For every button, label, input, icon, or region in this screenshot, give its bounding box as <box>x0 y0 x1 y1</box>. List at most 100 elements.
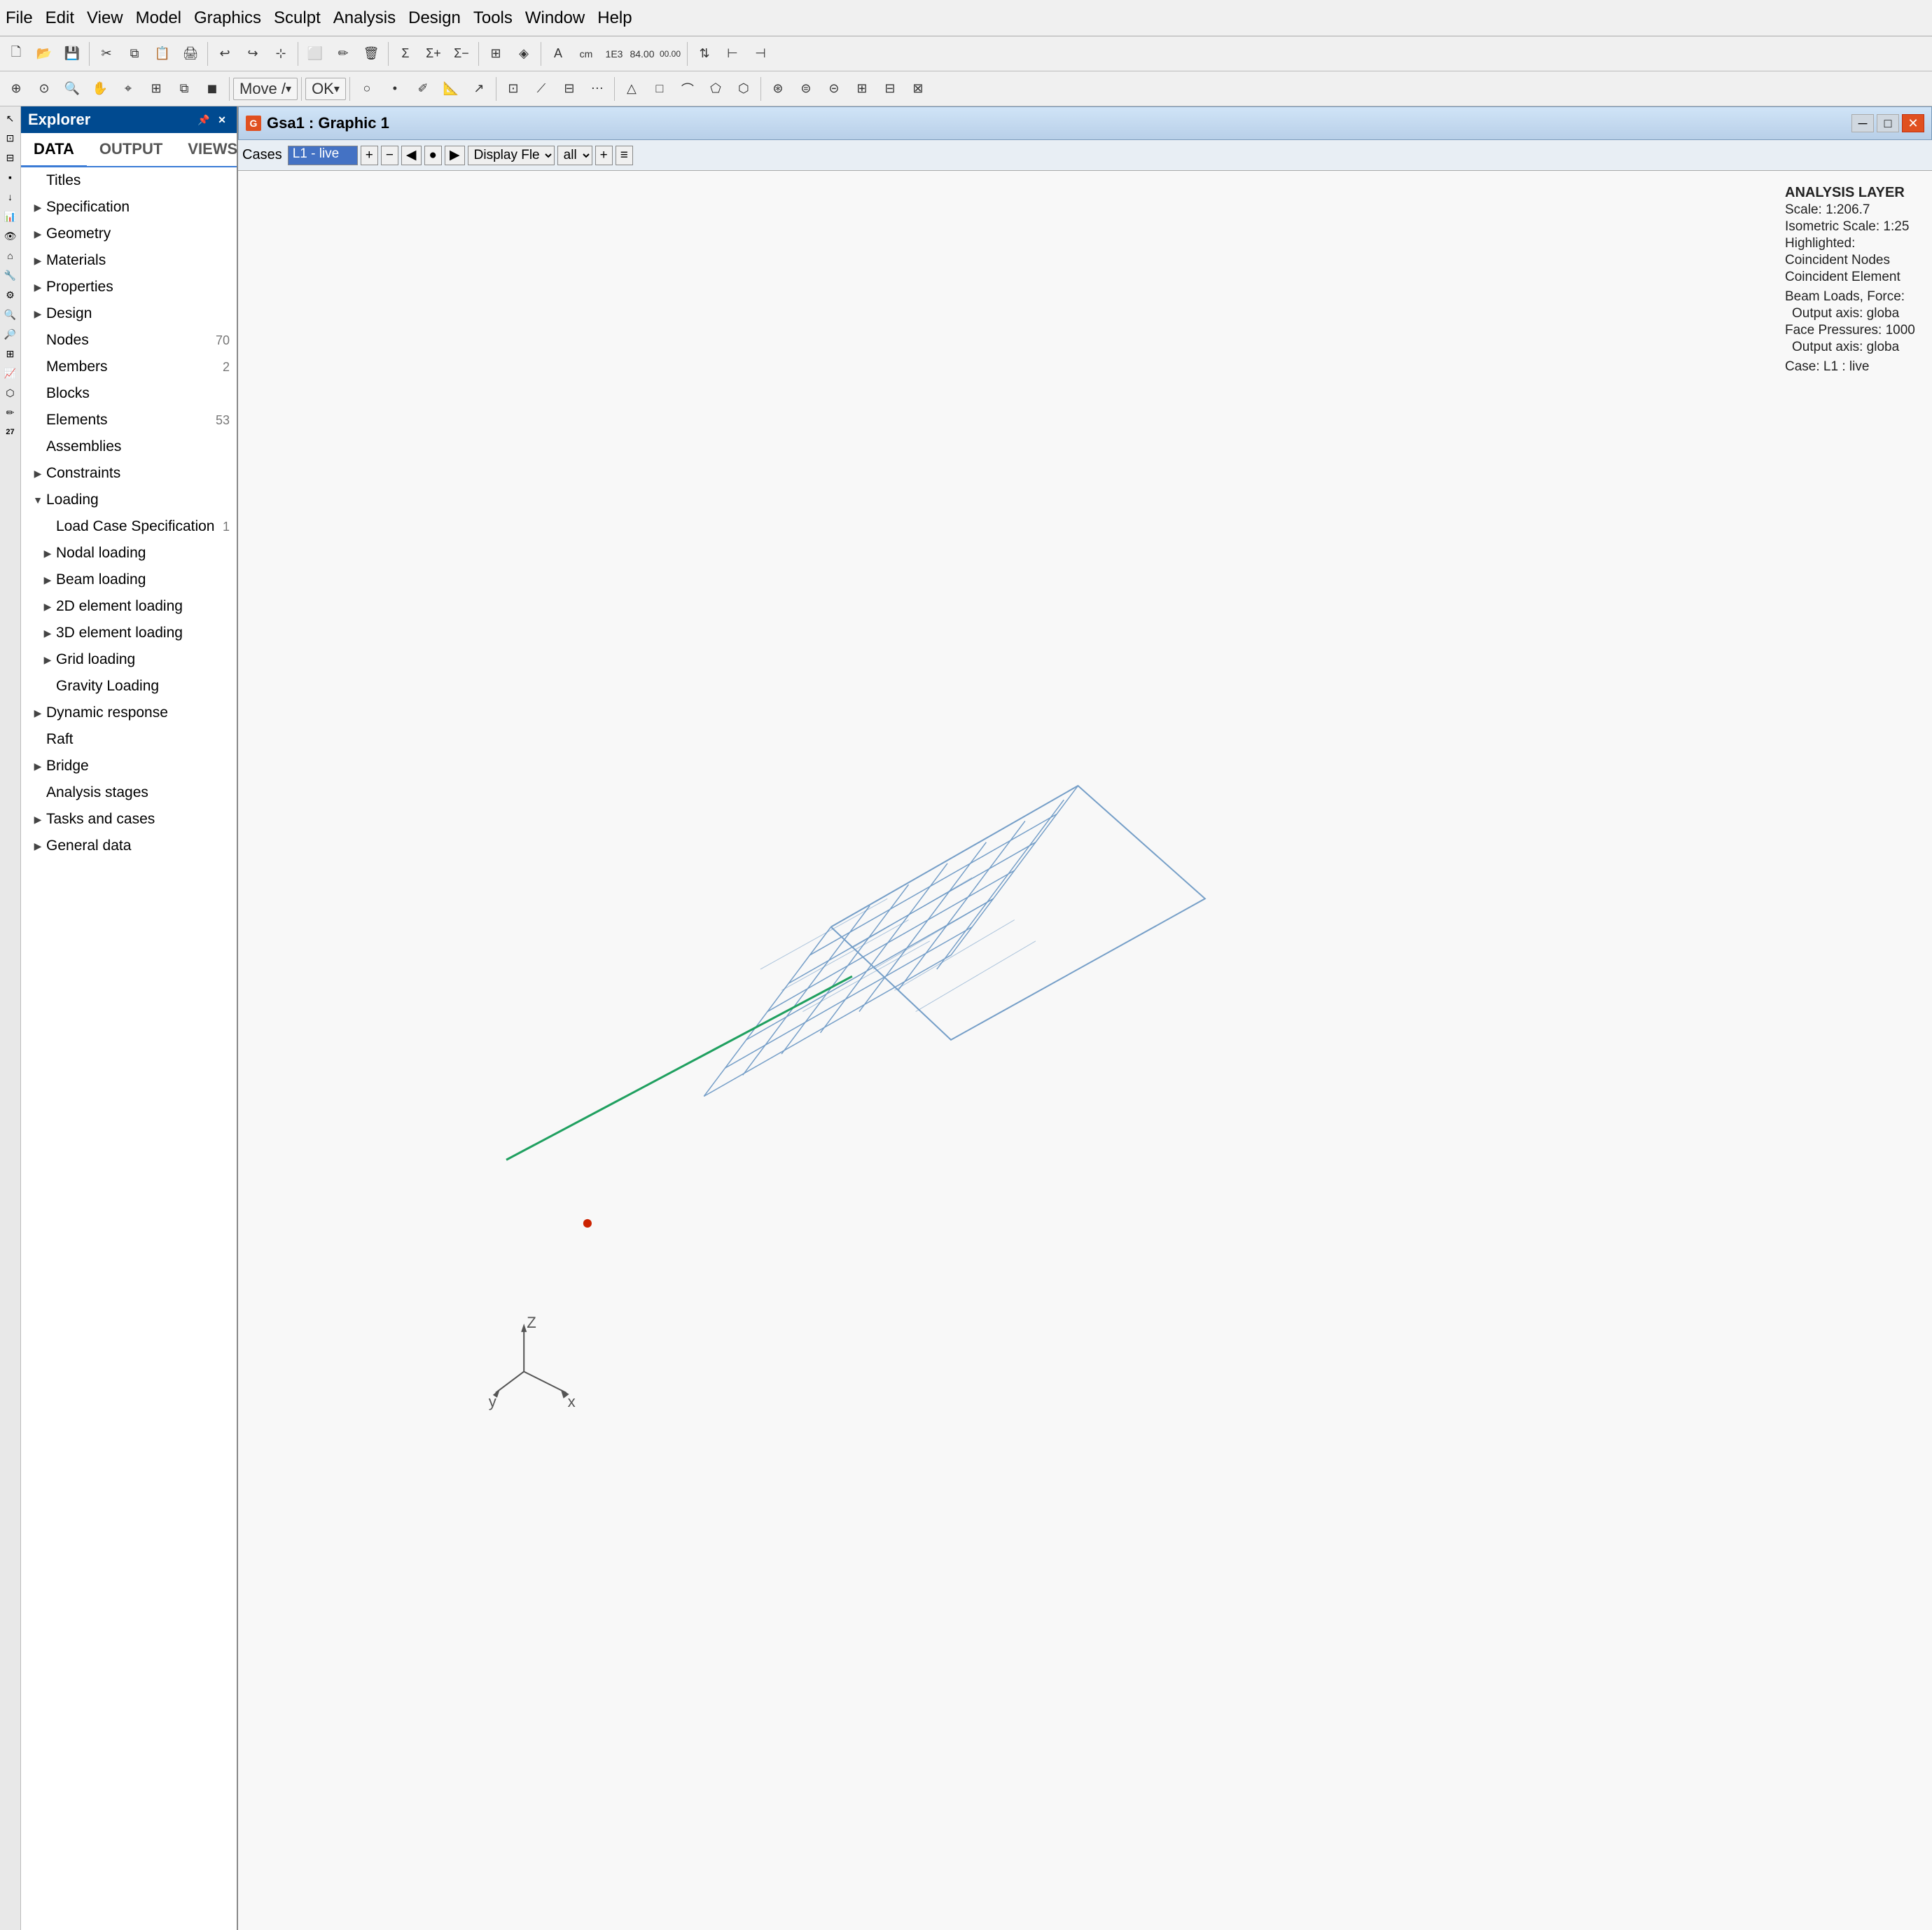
more1-button[interactable]: ⊣ <box>747 41 774 67</box>
tree-item-geometry[interactable]: ▶ Geometry <box>21 221 237 247</box>
toolbar-nav2[interactable]: ● <box>424 146 442 165</box>
render-button[interactable]: ◼ <box>199 76 225 102</box>
icon-cursor[interactable]: ↖ <box>1 109 20 127</box>
tree-item-load-case-spec[interactable]: Load Case Specification 1 <box>21 513 237 540</box>
icon-tools[interactable]: 🔧 <box>1 266 20 284</box>
text-button[interactable]: A <box>545 41 571 67</box>
snap2-button[interactable]: ⊙ <box>31 76 57 102</box>
cases-input[interactable]: L1 - live <box>288 146 358 165</box>
sum-button[interactable]: Σ <box>392 41 419 67</box>
icon-zoom[interactable]: 🔎 <box>1 325 20 343</box>
num3-button[interactable]: 00.00 <box>657 41 683 67</box>
sort-button[interactable]: ⇅ <box>691 41 718 67</box>
tree-item-general[interactable]: ▶ General data <box>21 833 237 859</box>
sum3-button[interactable]: Σ− <box>448 41 475 67</box>
tab-data[interactable]: DATA <box>21 133 87 167</box>
snap-button[interactable]: ⊹ <box>267 41 294 67</box>
ruler-button[interactable]: 📐 <box>438 76 464 102</box>
curve-button[interactable]: ⌒ <box>674 76 701 102</box>
mag-button[interactable]: 🔍 <box>59 76 85 102</box>
circle-button[interactable]: ○ <box>354 76 380 102</box>
icon-number[interactable]: 27 <box>1 423 20 441</box>
menu-analysis[interactable]: Analysis <box>333 8 396 28</box>
icon-node[interactable]: ⊡ <box>1 129 20 147</box>
display-select[interactable]: Display Fle <box>468 146 555 165</box>
tab-output[interactable]: OUTPUT <box>87 133 175 167</box>
cut-button[interactable]: ✂ <box>93 41 120 67</box>
layers-button[interactable]: ⊞ <box>482 41 509 67</box>
save-button[interactable]: 💾 <box>59 41 85 67</box>
icon-table[interactable]: ⊞ <box>1 345 20 363</box>
geo2-button[interactable]: ⊛ <box>765 76 791 102</box>
open-button[interactable]: 📂 <box>31 41 57 67</box>
tree-item-blocks[interactable]: Blocks <box>21 380 237 407</box>
beam-button[interactable]: ⊟ <box>556 76 583 102</box>
tree-item-design[interactable]: ▶ Design <box>21 300 237 327</box>
tree-item-properties[interactable]: ▶ Properties <box>21 274 237 300</box>
menu-help[interactable]: Help <box>597 8 632 28</box>
filter-button[interactable]: ⊢ <box>719 41 746 67</box>
menu-sculpt[interactable]: Sculpt <box>274 8 321 28</box>
paste-button[interactable]: 📋 <box>149 41 176 67</box>
pan-button[interactable]: ✋ <box>87 76 113 102</box>
tree-item-3d-loading[interactable]: ▶ 3D element loading <box>21 620 237 646</box>
icon-element[interactable]: ⊟ <box>1 148 20 167</box>
menu-window[interactable]: Window <box>525 8 585 28</box>
maximize-button[interactable]: □ <box>1877 114 1899 132</box>
geo3-button[interactable]: ⊜ <box>793 76 819 102</box>
explorer-pin-button[interactable]: 📌 <box>196 112 211 127</box>
graphic-canvas[interactable]: ANALYSIS LAYER Scale: 1:206.7 Isometric … <box>238 171 1932 1930</box>
menu-edit[interactable]: Edit <box>46 8 74 28</box>
icon-section[interactable]: ▪ <box>1 168 20 186</box>
toolbar-extra1[interactable]: + <box>595 146 613 165</box>
new-button[interactable]: 🗋 <box>3 41 29 67</box>
icon-home[interactable]: ⌂ <box>1 247 20 265</box>
menu-model[interactable]: Model <box>136 8 181 28</box>
draw-button[interactable]: ✏ <box>330 41 356 67</box>
tree-item-analysis-stages[interactable]: Analysis stages <box>21 779 237 806</box>
toolbar-minus-button[interactable]: − <box>381 146 398 165</box>
all-select[interactable]: all <box>557 146 592 165</box>
tree-item-dynamic[interactable]: ▶ Dynamic response <box>21 700 237 726</box>
grid-button[interactable]: ⊞ <box>143 76 169 102</box>
geo7-button[interactable]: ⊠ <box>905 76 931 102</box>
redo-button[interactable]: ↪ <box>239 41 266 67</box>
num2-button[interactable]: 84.00 <box>629 41 655 67</box>
tree-item-nodal-loading[interactable]: ▶ Nodal loading <box>21 540 237 567</box>
tri-button[interactable]: △ <box>618 76 645 102</box>
tree-item-raft[interactable]: Raft <box>21 726 237 753</box>
member-button[interactable]: ⟋ <box>528 76 555 102</box>
sum2-button[interactable]: Σ+ <box>420 41 447 67</box>
toolbar-extra2[interactable]: ≡ <box>616 146 633 165</box>
menu-tools[interactable]: Tools <box>473 8 513 28</box>
tree-item-2d-loading[interactable]: ▶ 2D element loading <box>21 593 237 620</box>
tree-item-loading[interactable]: ▼ Loading <box>21 487 237 513</box>
icon-edit[interactable]: ✏ <box>1 403 20 422</box>
select-button[interactable]: ⬜ <box>302 41 328 67</box>
shape-button[interactable]: ⬠ <box>702 76 729 102</box>
explorer-close-button[interactable]: ✕ <box>214 112 230 127</box>
tree-item-nodes[interactable]: Nodes 70 <box>21 327 237 354</box>
icon-load[interactable]: ↓ <box>1 188 20 206</box>
close-button[interactable]: ✕ <box>1902 114 1924 132</box>
num1-button[interactable]: 1E3 <box>601 41 627 67</box>
tree-item-materials[interactable]: ▶ Materials <box>21 247 237 274</box>
target-button[interactable]: ⌖ <box>115 76 141 102</box>
tree-item-grid-loading[interactable]: ▶ Grid loading <box>21 646 237 673</box>
tree-item-constraints[interactable]: ▶ Constraints <box>21 460 237 487</box>
geo4-button[interactable]: ⊝ <box>821 76 847 102</box>
geo6-button[interactable]: ⊟ <box>877 76 903 102</box>
tree-item-members[interactable]: Members 2 <box>21 354 237 380</box>
geo5-button[interactable]: ⊞ <box>849 76 875 102</box>
node-button[interactable]: ⊡ <box>500 76 527 102</box>
solid-button[interactable]: ⬡ <box>730 76 757 102</box>
icon-result[interactable]: 📊 <box>1 207 20 225</box>
icon-chart[interactable]: 📈 <box>1 364 20 382</box>
print-button[interactable]: 🖨 <box>177 41 204 67</box>
tree-item-gravity-loading[interactable]: Gravity Loading <box>21 673 237 700</box>
toolbar-nav1[interactable]: ◀ <box>401 146 422 165</box>
icon-view[interactable]: 👁 <box>1 227 20 245</box>
tree-item-tasks[interactable]: ▶ Tasks and cases <box>21 806 237 833</box>
erase-button[interactable]: 🗑 <box>358 41 384 67</box>
dot-button[interactable]: • <box>382 76 408 102</box>
